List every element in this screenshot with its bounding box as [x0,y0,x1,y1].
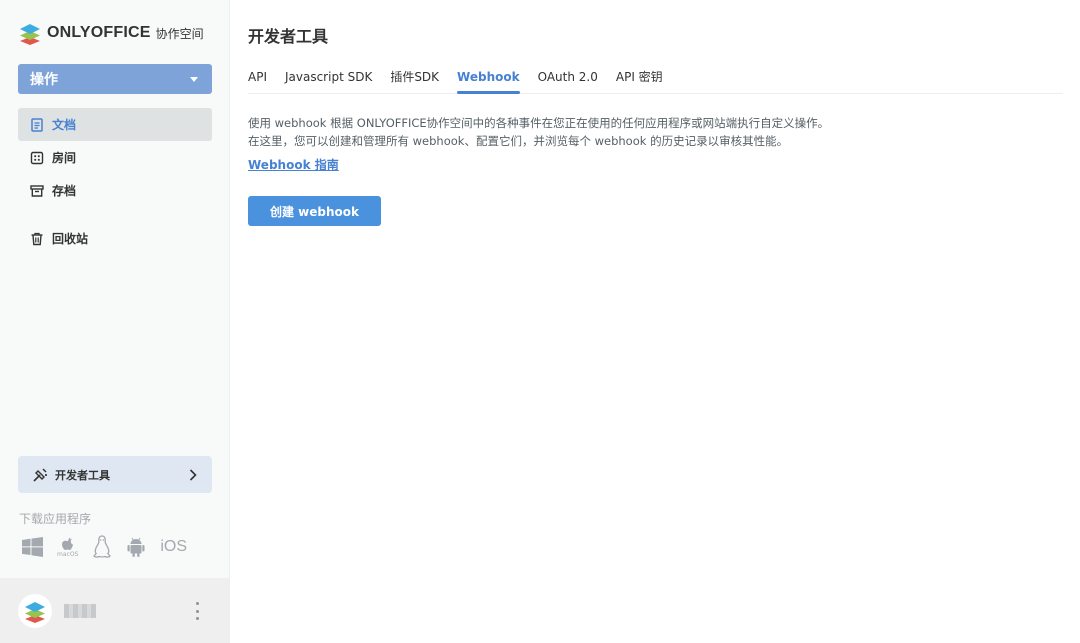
tab-javascript-sdk[interactable]: Javascript SDK [285,64,372,94]
chevron-down-icon [190,76,198,82]
description-line-1: 使用 webhook 根据 ONLYOFFICE协作空间中的各种事件在您正在使用… [248,116,830,130]
onlyoffice-avatar-icon [25,601,45,623]
linux-icon[interactable] [92,535,112,559]
document-icon [29,117,45,133]
developer-tools-label: 开发者工具 [55,468,110,482]
sidebar-item-label: 回收站 [52,232,89,246]
webhook-guide-link[interactable]: Webhook 指南 [248,156,339,173]
trash-icon [29,231,45,247]
sidebar-nav: 文档 房间 存档 回收站 [18,108,212,255]
webhook-description: 使用 webhook 根据 ONLYOFFICE协作空间中的各种事件在您正在使用… [248,114,829,150]
main-content: 开发者工具 API Javascript SDK 插件SDK Webhook O… [230,0,1080,643]
user-name: ████ [64,603,96,618]
sidebar-item-label: 存档 [52,184,77,198]
onlyoffice-logo-icon [20,24,40,45]
windows-icon[interactable] [22,537,43,557]
sidebar-item-label: 房间 [52,151,77,165]
ios-label: iOS [160,538,188,555]
sidebar-item-trash[interactable]: 回收站 [18,222,212,255]
page-title: 开发者工具 [248,27,329,46]
sidebar-item-archive[interactable]: 存档 [18,174,212,207]
chevron-right-icon [189,468,197,481]
macos-label: macOS [57,550,79,558]
ios-icon[interactable]: iOS [160,538,187,556]
developer-tools-button[interactable]: 开发者工具 [18,456,212,493]
tab-api-keys[interactable]: API 密钥 [616,64,663,94]
actions-button[interactable]: 操作 [18,64,212,94]
nav-divider [18,207,212,222]
logo[interactable]: ONLYOFFICE 协作空间 [18,21,204,45]
create-webhook-button[interactable]: 创建 webhook [248,196,381,226]
user-profile: ████ [0,578,229,643]
archive-icon [29,183,45,199]
avatar[interactable] [18,593,52,628]
sidebar-item-rooms[interactable]: 房间 [18,141,212,174]
logo-subtitle: 协作空间 [155,26,204,41]
more-options-icon[interactable] [193,602,201,620]
sidebar: ONLYOFFICE 协作空间 操作 文档 房间 存档 回收站 开发者工具 下载… [0,0,230,643]
tab-bar: API Javascript SDK 插件SDK Webhook OAuth 2… [248,64,1063,94]
download-apps-title: 下载应用程序 [19,512,92,526]
download-apps-list: macOS iOS [22,535,201,559]
android-icon[interactable] [126,536,146,558]
actions-button-label: 操作 [30,72,58,88]
tab-plugin-sdk[interactable]: 插件SDK [390,64,439,94]
tab-webhook[interactable]: Webhook [457,64,520,94]
developer-tools-icon [33,468,47,482]
sidebar-item-label: 文档 [52,118,77,132]
tab-api[interactable]: API [248,64,267,94]
app-window: ONLYOFFICE 协作空间 操作 文档 房间 存档 回收站 开发者工具 下载… [0,0,1080,643]
tab-oauth[interactable]: OAuth 2.0 [538,64,598,94]
macos-icon[interactable]: macOS [57,537,78,558]
logo-name: ONLYOFFICE [47,24,151,41]
rooms-icon [29,150,45,166]
description-line-2: 在这里，您可以创建和管理所有 webhook、配置它们，并浏览每个 webhoo… [248,134,789,148]
sidebar-item-documents[interactable]: 文档 [18,108,212,141]
